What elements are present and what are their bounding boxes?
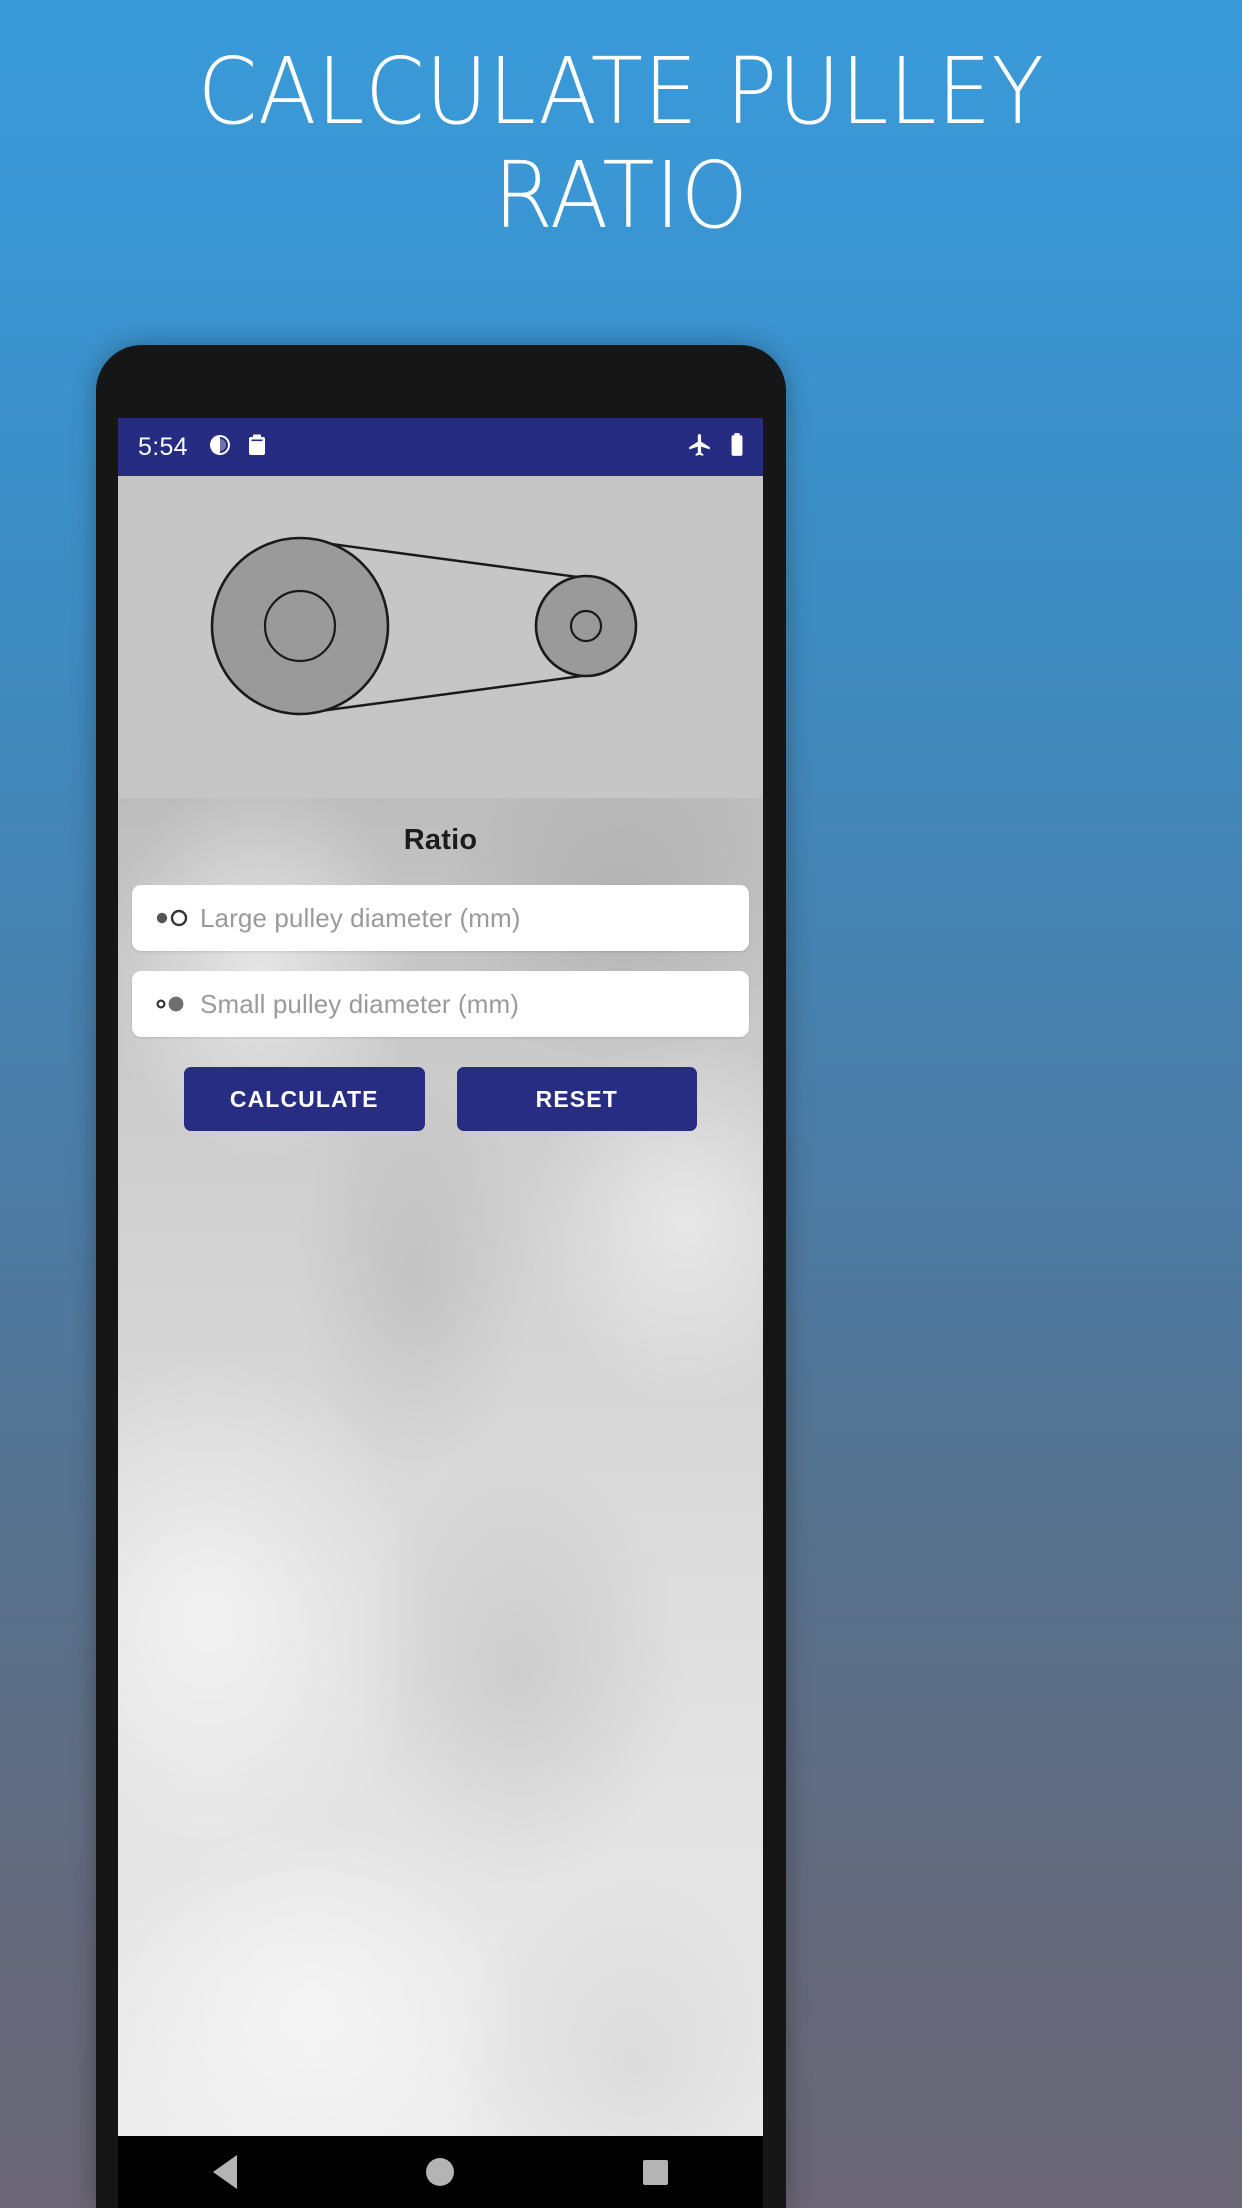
status-bar-right-icons [687, 432, 749, 463]
small-pulley-bore [569, 609, 603, 643]
calculate-button[interactable]: CALCULATE [184, 1067, 425, 1131]
small-pulley-diameter-field[interactable]: Small pulley diameter (mm) [132, 971, 749, 1037]
clipboard-icon [246, 433, 268, 462]
phone-mockup: 5:54 Ratio Large pulley diameter (mm) Sm… [96, 345, 786, 2208]
small-to-large-pulley-icon [154, 994, 200, 1014]
section-title: Ratio [403, 824, 478, 856]
home-icon[interactable] [425, 2158, 454, 2186]
status-bar: 5:54 [118, 418, 763, 476]
large-pulley-diameter-placeholder: Large pulley diameter (mm) [200, 902, 521, 933]
airplane-mode-icon [687, 432, 713, 463]
form-actions: CALCULATE RESET [184, 1067, 697, 1131]
status-bar-clock: 5:54 [138, 432, 188, 461]
large-pulley-diameter-field[interactable]: Large pulley diameter (mm) [132, 885, 749, 951]
app-content: Ratio Large pulley diameter (mm) Small p… [118, 798, 763, 2208]
large-to-small-pulley-icon [154, 908, 200, 928]
battery-icon [729, 432, 745, 463]
page-title: CALCULATE PULLEY RATIO [197, 38, 1045, 249]
pulley-belt-diagram [118, 476, 763, 798]
recents-icon[interactable] [643, 2159, 669, 2185]
phone-screen: 5:54 Ratio Large pulley diameter (mm) Sm… [118, 418, 763, 2208]
reset-button[interactable]: RESET [456, 1067, 697, 1131]
large-pulley-bore [263, 589, 337, 663]
back-icon[interactable] [212, 2155, 237, 2189]
android-navigation-bar [118, 2136, 763, 2208]
half-circle-icon [208, 433, 232, 462]
small-pulley-diameter-placeholder: Small pulley diameter (mm) [200, 988, 520, 1019]
status-bar-left-icons [208, 433, 268, 462]
